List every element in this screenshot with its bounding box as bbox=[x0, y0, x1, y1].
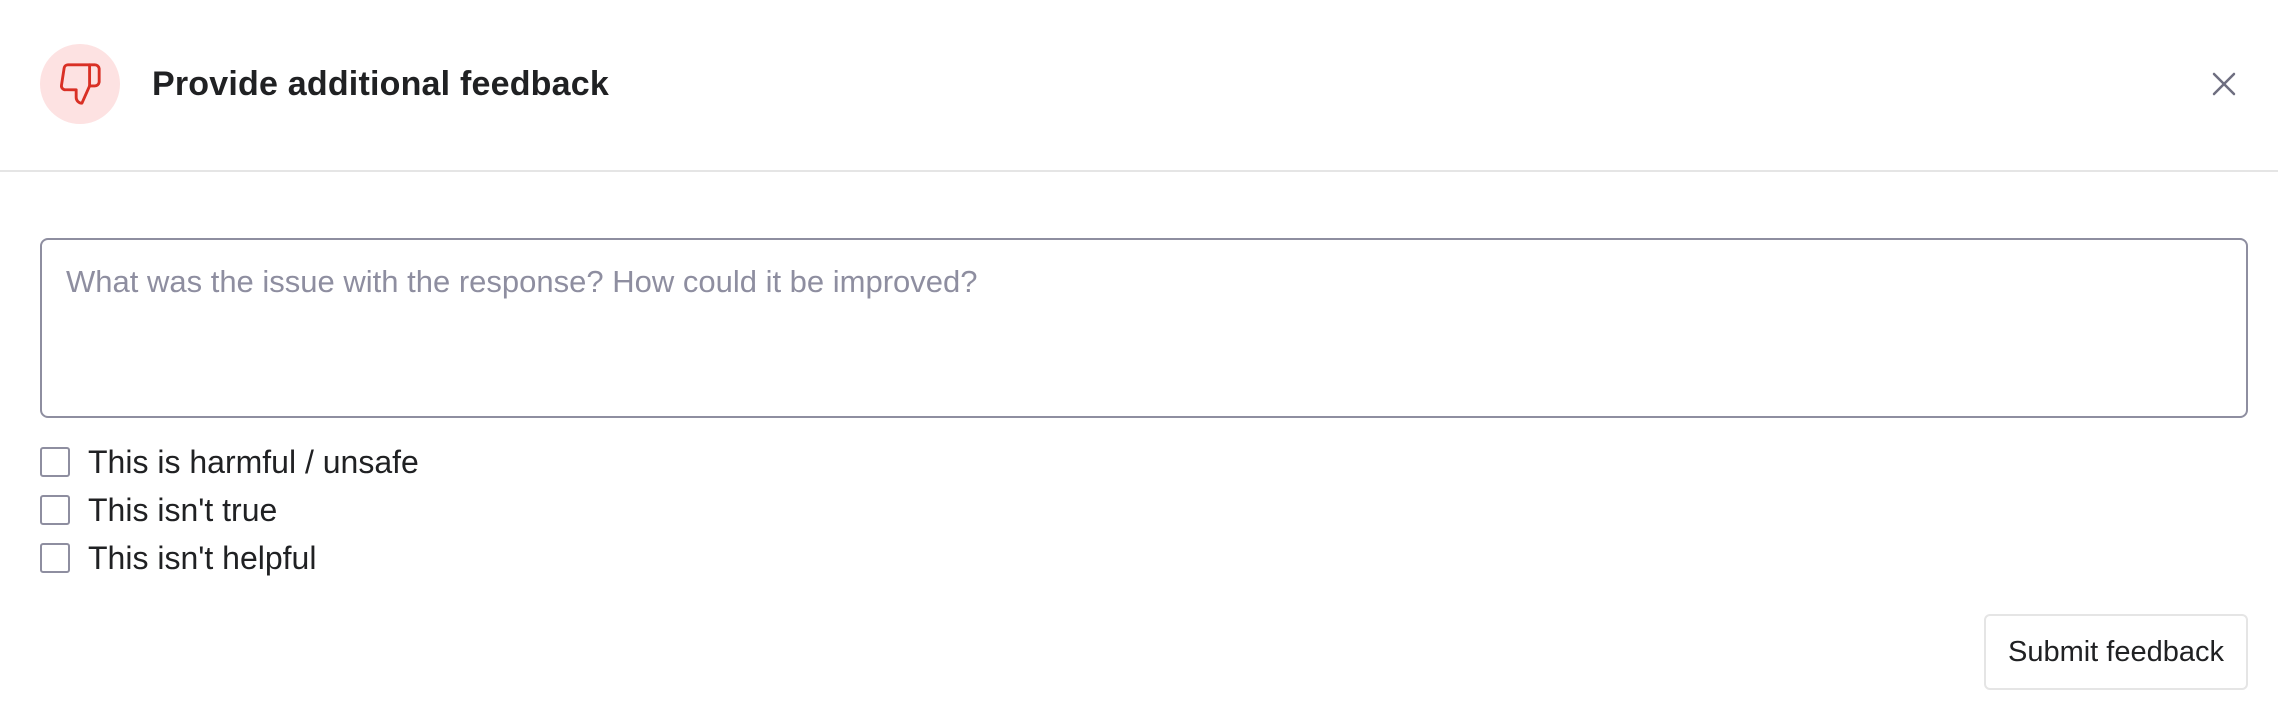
close-button[interactable] bbox=[2204, 64, 2244, 104]
submit-feedback-button[interactable]: Submit feedback bbox=[1984, 614, 2248, 690]
option-label: This isn't true bbox=[88, 492, 278, 528]
checkbox-not-true[interactable] bbox=[40, 495, 70, 525]
option-not-true[interactable]: This isn't true bbox=[40, 490, 277, 530]
option-label: This isn't helpful bbox=[88, 540, 317, 576]
dialog-title: Provide additional feedback bbox=[152, 65, 609, 103]
checkbox-harmful[interactable] bbox=[40, 447, 70, 477]
thumbs-down-badge bbox=[40, 44, 120, 124]
option-harmful[interactable]: This is harmful / unsafe bbox=[40, 442, 419, 482]
feedback-textarea[interactable] bbox=[40, 238, 2248, 418]
checkbox-not-helpful[interactable] bbox=[40, 543, 70, 573]
thumbs-down-icon bbox=[60, 63, 101, 105]
dialog-header: Provide additional feedback bbox=[0, 0, 2278, 172]
close-icon bbox=[2212, 72, 2236, 96]
option-label: This is harmful / unsafe bbox=[88, 444, 419, 480]
feedback-dialog: Provide additional feedback This is harm… bbox=[0, 0, 2278, 726]
option-not-helpful[interactable]: This isn't helpful bbox=[40, 538, 316, 578]
